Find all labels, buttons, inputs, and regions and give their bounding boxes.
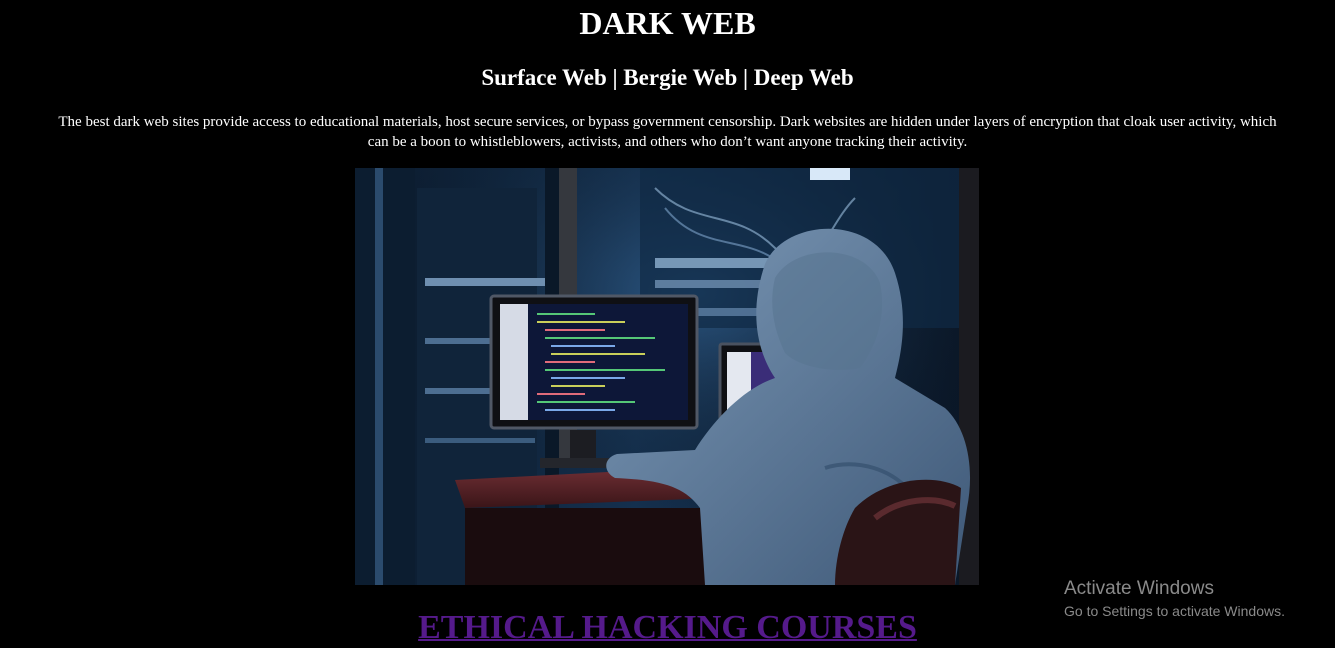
page-title: DARK WEB xyxy=(579,5,756,41)
activate-windows-subtitle: Go to Settings to activate Windows. xyxy=(1064,603,1285,619)
page-description: The best dark web sites provide access t… xyxy=(0,112,1335,152)
windows-activation-watermark: Activate Windows Go to Settings to activ… xyxy=(1064,577,1285,621)
hero-image xyxy=(355,168,979,585)
page-subtitle: Surface Web | Bergie Web | Deep Web xyxy=(481,65,854,90)
hacker-illustration xyxy=(355,168,979,585)
description-line-2: can be a boon to whistleblowers, activis… xyxy=(367,134,968,150)
activate-windows-title: Activate Windows xyxy=(1064,578,1214,599)
description-line-1: The best dark web sites provide access t… xyxy=(58,114,1277,130)
